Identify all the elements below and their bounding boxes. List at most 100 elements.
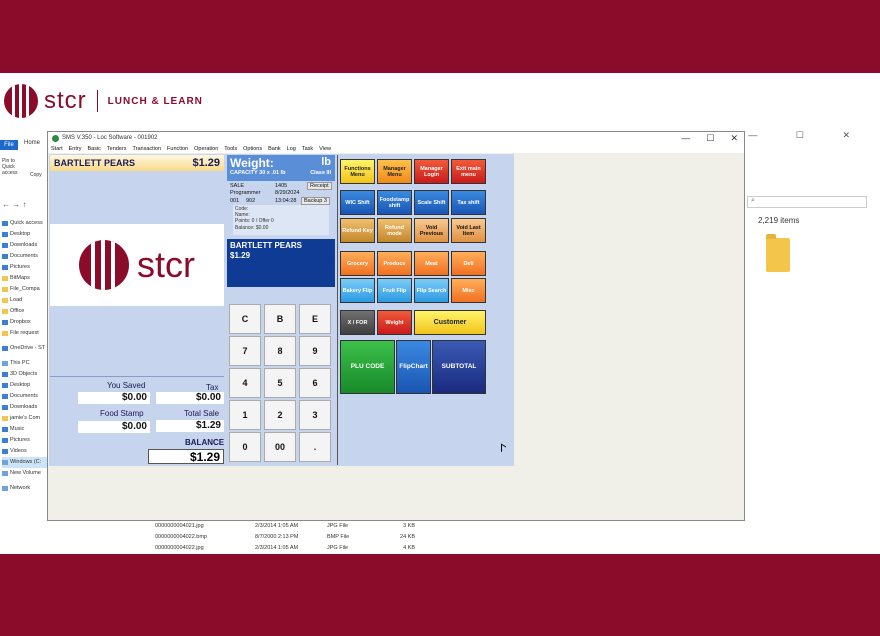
nav-item[interactable]: Pictures bbox=[2, 262, 48, 273]
menu-entry[interactable]: Entry bbox=[69, 146, 82, 152]
nav-item[interactable]: Downloads bbox=[2, 240, 48, 251]
menu-tenders[interactable]: Tenders bbox=[107, 146, 127, 152]
menu-start[interactable]: Start bbox=[51, 146, 63, 152]
transaction-info: SALE 1405 Receipt Programmer 8/29/2024 0… bbox=[227, 182, 335, 238]
key-9[interactable]: 9 bbox=[299, 336, 331, 366]
foodstamp-shift-button[interactable]: Foodstamp shift bbox=[377, 190, 412, 215]
nav-item[interactable]: Windows (C: bbox=[2, 457, 48, 468]
nav-item[interactable]: BitMaps bbox=[2, 273, 48, 284]
wic-shift-button[interactable]: WIC Shift bbox=[340, 190, 375, 215]
menu-view[interactable]: View bbox=[319, 146, 331, 152]
nav-item[interactable]: jamie's Com bbox=[2, 413, 48, 424]
key-3[interactable]: 3 bbox=[299, 400, 331, 430]
nav-item[interactable]: Office bbox=[2, 306, 48, 317]
explorer-file-tab[interactable]: File bbox=[0, 140, 18, 150]
produce-button[interactable]: Produce bbox=[377, 251, 412, 276]
plu-code-button[interactable]: PLU CODE bbox=[340, 340, 395, 394]
key-e[interactable]: E bbox=[299, 304, 331, 334]
nav-item[interactable]: Documents bbox=[2, 251, 48, 262]
nav-item[interactable]: File request bbox=[2, 328, 48, 339]
nav-item[interactable]: Network bbox=[2, 483, 48, 494]
pos-title-bar[interactable]: SMS V.350 - Loc Software - 001902 bbox=[48, 132, 744, 144]
nav-item[interactable]: Dropbox bbox=[2, 317, 48, 328]
ribbon-pin-button[interactable]: Pin to Quick access bbox=[2, 158, 18, 176]
store-number: 001 bbox=[230, 198, 240, 204]
bakery-flip-button[interactable]: Bakery Flip bbox=[340, 278, 375, 303]
nav-item[interactable]: 3D Objects bbox=[2, 369, 48, 380]
subtotal-button[interactable]: SUBTOTAL bbox=[432, 340, 486, 394]
nav-item[interactable]: New Volume bbox=[2, 468, 48, 479]
key-4[interactable]: 4 bbox=[229, 368, 261, 398]
nav-item[interactable]: Downloads bbox=[2, 402, 48, 413]
customer-button[interactable]: Customer bbox=[414, 310, 486, 335]
deli-button[interactable]: Deli bbox=[451, 251, 486, 276]
weight-button[interactable]: Weight bbox=[377, 310, 412, 335]
misc-button[interactable]: Misc bbox=[451, 278, 486, 303]
maximize-icon[interactable]: ☐ bbox=[706, 133, 714, 144]
key-7[interactable]: 7 bbox=[229, 336, 261, 366]
exit-menu-button[interactable]: Exit main menu bbox=[451, 159, 486, 184]
selected-item-line[interactable]: BARTLETT PEARS $1.29 bbox=[50, 155, 224, 171]
functions-menu-button[interactable]: Functions Menu bbox=[340, 159, 375, 184]
backup-button[interactable]: Backup 3 bbox=[301, 197, 330, 205]
nav-item[interactable]: Quick access bbox=[2, 218, 48, 229]
manager-menu-button[interactable]: Manager Menu bbox=[377, 159, 412, 184]
sale-date: 8/29/2024 bbox=[275, 190, 300, 196]
grocery-button[interactable]: Grocery bbox=[340, 251, 375, 276]
key-6[interactable]: 6 bbox=[299, 368, 331, 398]
minimize-icon[interactable]: — bbox=[681, 133, 690, 144]
flip-search-button[interactable]: Flip Search bbox=[414, 278, 449, 303]
nav-item[interactable]: Desktop bbox=[2, 380, 48, 391]
file-row[interactable]: 0000000004022.bmp 8/7/2000 2:13 PM BMP Fil… bbox=[155, 534, 415, 545]
tax-shift-button[interactable]: Tax shift bbox=[451, 190, 486, 215]
menu-basic[interactable]: Basic bbox=[87, 146, 100, 152]
key-2[interactable]: 2 bbox=[264, 400, 296, 430]
close-icon[interactable]: ✕ bbox=[730, 133, 738, 144]
ribbon-copy-button[interactable]: Copy bbox=[30, 172, 42, 178]
key-b[interactable]: B bbox=[264, 304, 296, 334]
key-1[interactable]: 1 bbox=[229, 400, 261, 430]
explorer-home-tab[interactable]: Home bbox=[24, 140, 40, 146]
key-00[interactable]: 00 bbox=[264, 432, 296, 462]
receipt-button[interactable]: Receipt bbox=[307, 182, 332, 190]
void-previous-button[interactable]: Void Previous bbox=[414, 218, 449, 243]
flipchart-button[interactable]: FlipChart bbox=[396, 340, 431, 394]
menu-tools[interactable]: Tools bbox=[224, 146, 237, 152]
nav-item[interactable]: Music bbox=[2, 424, 48, 435]
nav-item[interactable]: Desktop bbox=[2, 229, 48, 240]
nav-item[interactable]: Documents bbox=[2, 391, 48, 402]
nav-item[interactable]: Load bbox=[2, 295, 48, 306]
nav-item[interactable]: Videos bbox=[2, 446, 48, 457]
menu-transaction[interactable]: Transaction bbox=[133, 146, 162, 152]
menu-options[interactable]: Options bbox=[243, 146, 262, 152]
nav-item[interactable]: OneDrive - ST bbox=[2, 343, 48, 354]
nav-item[interactable]: This PC bbox=[2, 358, 48, 369]
nav-item[interactable]: Pictures bbox=[2, 435, 48, 446]
fruit-flip-button[interactable]: Fruit Flip bbox=[377, 278, 412, 303]
key-clear[interactable]: C bbox=[229, 304, 261, 334]
scale-shift-button[interactable]: Scale Shift bbox=[414, 190, 449, 215]
void-last-item-button[interactable]: Void Last Item bbox=[451, 218, 486, 243]
manager-login-button[interactable]: Manager Login bbox=[414, 159, 449, 184]
total-sale-value: $1.29 bbox=[156, 420, 224, 432]
refund-mode-button[interactable]: Refund mode bbox=[377, 218, 412, 243]
menu-operation[interactable]: Operation bbox=[194, 146, 218, 152]
key-0[interactable]: 0 bbox=[229, 432, 261, 462]
x-for-button[interactable]: X / FOR bbox=[340, 310, 375, 335]
menu-function[interactable]: Function bbox=[167, 146, 188, 152]
key-5[interactable]: 5 bbox=[264, 368, 296, 398]
menu-bank[interactable]: Bank bbox=[268, 146, 281, 152]
meat-button[interactable]: Meat bbox=[414, 251, 449, 276]
nav-arrows[interactable]: ← → ↑ bbox=[2, 200, 26, 209]
menu-task[interactable]: Task bbox=[302, 146, 313, 152]
explorer-search-input[interactable]: ⌕ bbox=[747, 196, 867, 208]
key-decimal[interactable]: . bbox=[299, 432, 331, 462]
menu-log[interactable]: Log bbox=[287, 146, 296, 152]
file-row[interactable]: 0000000004021.jpg 2/3/2014 1:05 AM JPG Fil… bbox=[155, 523, 415, 534]
refund-key-button[interactable]: Refund Key bbox=[340, 218, 375, 243]
key-8[interactable]: 8 bbox=[264, 336, 296, 366]
file-row[interactable]: 0000000004022.jpg 2/3/2014 1:05 AM JPG Fil… bbox=[155, 545, 415, 554]
explorer-window-controls[interactable]: — ☐ ✕ bbox=[748, 130, 868, 141]
folder-icon[interactable] bbox=[766, 234, 790, 272]
nav-item[interactable]: File_Compa bbox=[2, 284, 48, 295]
